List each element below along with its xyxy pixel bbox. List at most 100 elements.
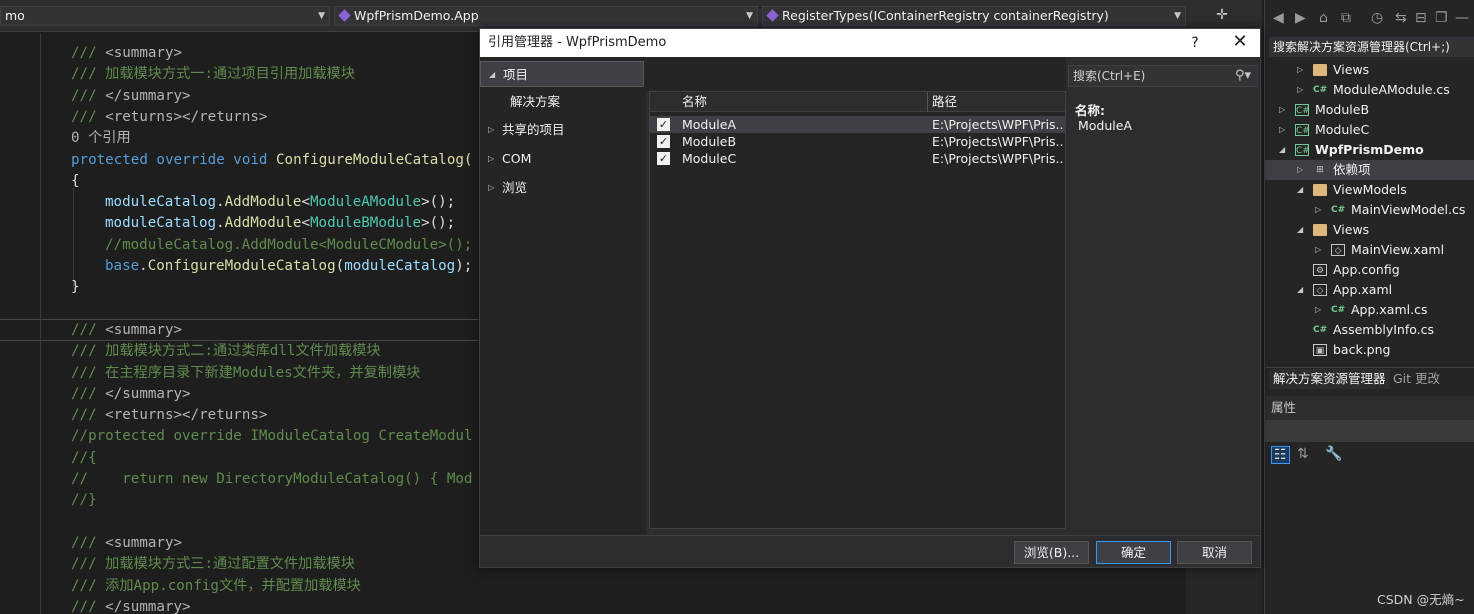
categorized-icon[interactable]: ☷ — [1271, 446, 1290, 464]
collapse-arrow-icon[interactable]: ◢ — [489, 62, 495, 88]
code-token: . — [139, 258, 148, 274]
collapse-all-icon[interactable]: ⊟ — [1415, 10, 1427, 26]
expand-arrow-icon[interactable]: ▷ — [1315, 200, 1321, 220]
cancel-button[interactable]: 取消 — [1177, 541, 1252, 564]
tab-git-changes[interactable]: Git 更改 — [1389, 369, 1444, 389]
pending-changes-icon[interactable]: ◷ — [1371, 10, 1383, 26]
collapse-arrow-icon[interactable]: ◢ — [1297, 220, 1303, 240]
help-button[interactable]: ? — [1185, 29, 1205, 57]
expand-arrow-icon[interactable]: ▷ — [1315, 240, 1321, 260]
tree-item[interactable]: ▷ C# ModuleB — [1265, 100, 1474, 120]
code-token: . — [216, 194, 225, 211]
nav-item[interactable]: ▷ COM — [480, 146, 644, 172]
column-header-path[interactable]: 路径 — [932, 92, 957, 112]
collapse-arrow-icon[interactable]: ◢ — [1297, 280, 1303, 300]
show-all-files-icon[interactable]: ❐ — [1435, 10, 1448, 26]
tree-item[interactable]: ◢ Views — [1265, 220, 1474, 240]
code-line: /// </summary> — [71, 384, 191, 405]
expand-arrow-icon[interactable]: ▷ — [1297, 60, 1303, 80]
member-combo-value: RegisterTypes(IContainerRegistry contain… — [782, 8, 1109, 23]
expand-arrow-icon[interactable]: ▷ — [488, 175, 494, 201]
ok-button[interactable]: 确定 — [1096, 541, 1171, 564]
tree-item[interactable]: ▷ ⊞ 依赖项 — [1265, 160, 1474, 180]
code-token: ( — [335, 258, 345, 274]
list-row[interactable]: ✓ ModuleC E:\Projects\WPF\Pris... — [650, 150, 1065, 167]
class-combo[interactable]: WpfPrismDemo.App ▼ — [334, 6, 758, 26]
config-file-icon: ⚙ — [1313, 264, 1327, 276]
back-icon[interactable]: ◀ — [1273, 10, 1284, 26]
tree-item[interactable]: ▣ back.png — [1265, 340, 1474, 360]
tab-solution-explorer[interactable]: 解决方案资源管理器 — [1269, 369, 1390, 389]
expand-arrow-icon[interactable]: ▷ — [1279, 120, 1285, 140]
checkbox[interactable]: ✓ — [657, 118, 670, 131]
home-icon[interactable]: ⌂ — [1319, 10, 1328, 26]
nav-item[interactable]: 解决方案 — [480, 89, 644, 115]
tree-item[interactable]: ▷ C# ModuleC — [1265, 120, 1474, 140]
detail-value: ModuleA — [1078, 118, 1133, 133]
reference-category-nav: ◢ 项目 解决方案 ▷ 共享的项目 ▷ COM ▷ 浏览 — [480, 57, 646, 535]
code-token: moduleCatalog — [105, 215, 217, 232]
tree-item[interactable]: ◢ ViewModels — [1265, 180, 1474, 200]
csharp-project-icon: C# — [1295, 104, 1310, 116]
tree-item-label: AssemblyInfo.cs — [1333, 322, 1435, 337]
code-line: //protected override IModuleCatalog Crea… — [71, 426, 472, 447]
solution-explorer: ◀ ▶ ⌂ ⧉ ◷ ⇆ ⊟ ❐ — 搜索解决方案资源管理器(Ctrl+;) ▷ V… — [1264, 0, 1474, 614]
code-line: moduleCatalog.AddModule<ModuleAModule>()… — [105, 192, 455, 213]
code-token: </summary> — [105, 385, 191, 402]
chevron-down-icon: ▼ — [318, 11, 325, 21]
checkbox[interactable]: ✓ — [657, 152, 670, 165]
column-separator[interactable] — [927, 92, 928, 112]
tree-item[interactable]: ⚙ App.config — [1265, 260, 1474, 280]
project-combo[interactable]: mo ▼ — [0, 6, 330, 26]
tree-item[interactable]: C# AssemblyInfo.cs — [1265, 320, 1474, 340]
tree-item[interactable]: ▷ C# ModuleAModule.cs — [1265, 80, 1474, 100]
properties-object-selector[interactable] — [1265, 420, 1474, 442]
tree-item[interactable]: ▷ C# App.xaml.cs — [1265, 300, 1474, 320]
checkbox[interactable]: ✓ — [657, 135, 670, 148]
search-icon[interactable]: ⚲▾ — [1235, 66, 1251, 86]
alphabetical-icon[interactable]: ⇅ — [1297, 446, 1309, 462]
list-row[interactable]: ✓ ModuleA E:\Projects\WPF\Pris... — [650, 116, 1065, 133]
tree-item-label: ModuleC — [1315, 122, 1370, 137]
reference-list: 名称 路径 ✓ ModuleA E:\Projects\WPF\Pris... ✓ Mo… — [649, 91, 1066, 529]
csharp-project-icon: C# — [1295, 124, 1310, 136]
collapse-arrow-icon[interactable]: ◢ — [1297, 180, 1303, 200]
expand-arrow-icon[interactable]: ▷ — [1279, 100, 1285, 120]
switch-views-icon[interactable]: ⧉ — [1341, 10, 1351, 26]
collapse-arrow-icon[interactable]: ◢ — [1279, 140, 1285, 160]
tree-item[interactable]: ▷ Views — [1265, 60, 1474, 80]
wrench-icon[interactable]: 🔧 — [1325, 446, 1342, 462]
sync-icon[interactable]: ⇆ — [1395, 10, 1407, 26]
nav-item[interactable]: ◢ 项目 — [480, 61, 644, 87]
forward-icon[interactable]: ▶ — [1295, 10, 1306, 26]
nav-item[interactable]: ▷ 共享的项目 — [480, 117, 644, 143]
nav-item-label: COM — [502, 151, 532, 166]
close-button[interactable]: ✕ — [1228, 29, 1252, 57]
tree-item[interactable]: ▷ C# MainViewModel.cs — [1265, 200, 1474, 220]
tree-item[interactable]: ▷ ◇ MainView.xaml — [1265, 240, 1474, 260]
tree-item[interactable]: ◢ C# WpfPrismDemo — [1265, 140, 1474, 160]
expand-arrow-icon[interactable]: ▷ — [488, 117, 494, 143]
tree-item-label: App.config — [1333, 262, 1400, 277]
browse-button[interactable]: 浏览(B)... — [1014, 541, 1089, 564]
reference-search-input[interactable]: 搜索(Ctrl+E) ⚲▾ — [1068, 65, 1258, 87]
properties-title: 属性 — [1265, 396, 1474, 420]
expand-arrow-icon[interactable]: ▷ — [1315, 300, 1321, 320]
code-line: /// <summary> — [71, 43, 182, 64]
detail-pane: 名称: ModuleA — [1068, 91, 1260, 529]
nav-item-label: 项目 — [503, 67, 529, 82]
member-combo[interactable]: RegisterTypes(IContainerRegistry contain… — [762, 6, 1186, 26]
indent-guide — [73, 188, 74, 288]
image-file-icon: ▣ — [1313, 344, 1327, 356]
tree-item[interactable]: ◢ ◇ App.xaml — [1265, 280, 1474, 300]
expand-arrow-icon[interactable]: ▷ — [1297, 80, 1303, 100]
expand-arrow-icon[interactable]: ▷ — [488, 146, 494, 172]
nav-item[interactable]: ▷ 浏览 — [480, 175, 644, 201]
list-row[interactable]: ✓ ModuleB E:\Projects\WPF\Pris... — [650, 133, 1065, 150]
column-header-name[interactable]: 名称 — [682, 92, 707, 112]
solution-explorer-search[interactable]: 搜索解决方案资源管理器(Ctrl+;) — [1269, 37, 1474, 57]
code-token: <summary> — [105, 45, 183, 61]
expand-arrow-icon[interactable]: ▷ — [1297, 160, 1303, 180]
split-editor-icon[interactable]: ✛ — [1212, 7, 1232, 25]
minus-icon[interactable]: — — [1455, 10, 1469, 26]
